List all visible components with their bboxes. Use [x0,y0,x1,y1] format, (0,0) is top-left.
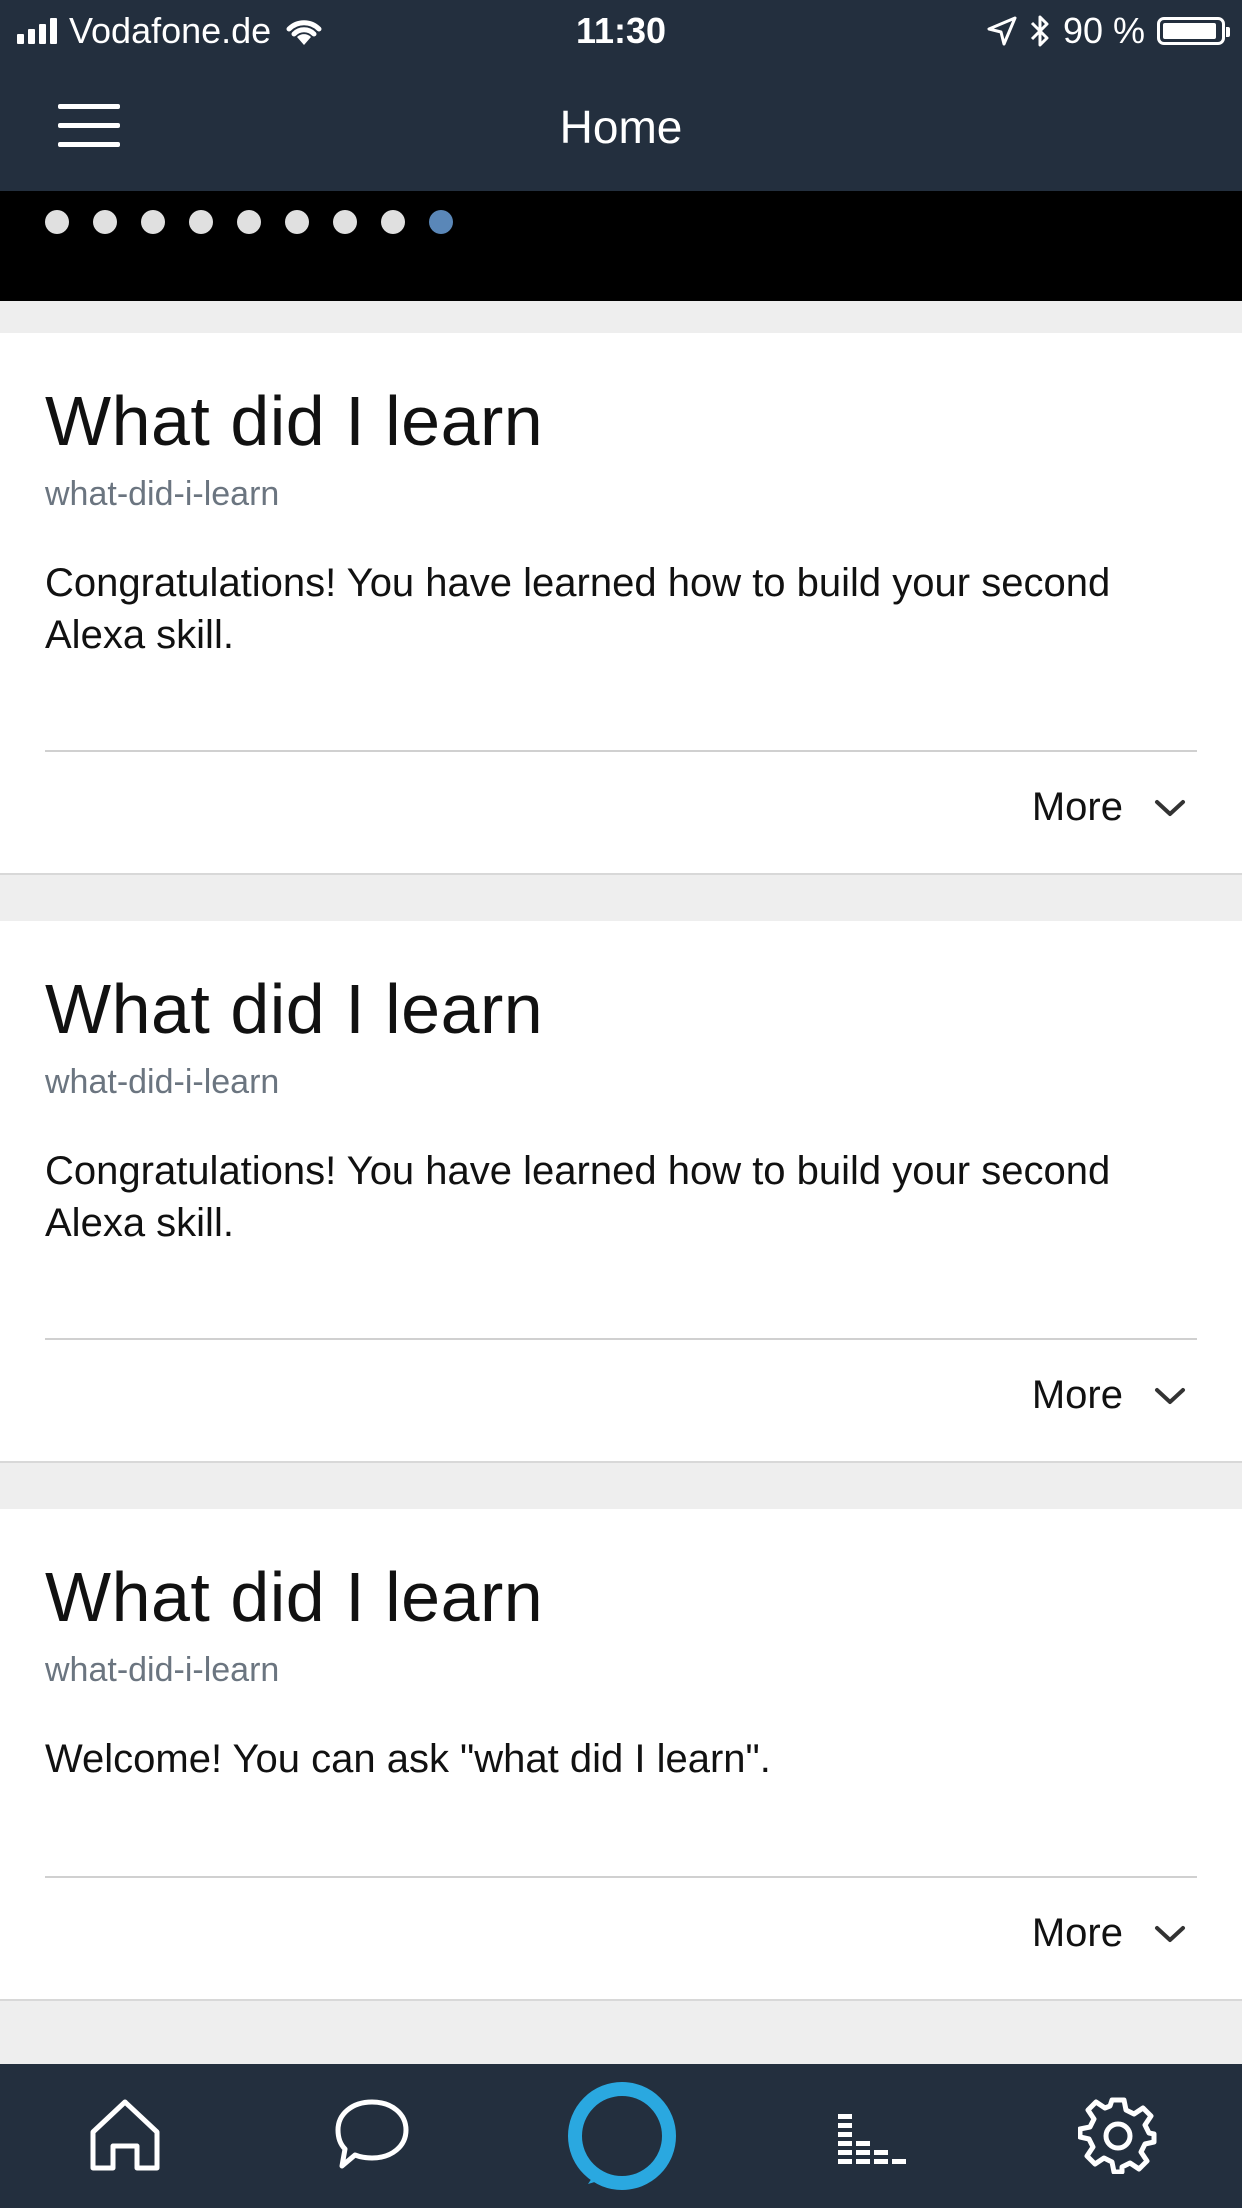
chevron-down-icon [1155,799,1185,816]
more-label: More [1031,1373,1123,1417]
status-bar: Vodafone.de 11:30 90 % [0,0,1242,62]
more-label: More [1031,1911,1123,1955]
card-subtitle: what-did-i-learn [45,1063,280,1101]
card-title: What did I learn [45,1558,544,1636]
carousel-dot[interactable] [45,210,69,234]
chevron-down-icon [1155,1925,1185,1942]
music-icon [838,2114,906,2164]
bluetooth-icon [1030,15,1049,47]
alexa-tab[interactable] [566,2080,678,2192]
settings-tab[interactable] [1077,2094,1158,2175]
chevron-down-icon [1155,1387,1185,1404]
battery-percent: 90 % [1062,10,1145,51]
card-divider [45,1338,1197,1340]
carousel-dot[interactable] [237,210,261,234]
carousel-dot[interactable] [381,210,405,234]
carousel-dot[interactable] [333,210,357,234]
skill-card: What did I learn what-did-i-learn Welcom… [0,1509,1242,2001]
more-button[interactable]: More [1032,1373,1187,1418]
alexa-icon [568,2082,676,2190]
carousel-banner[interactable] [0,191,1242,301]
card-body: Congratulations! You have learned how to… [45,561,1111,657]
location-arrow-icon [987,16,1017,46]
card-body: Congratulations! You have learned how to… [45,1149,1111,1245]
home-icon [90,2099,160,2171]
play-tab[interactable] [830,2094,910,2174]
more-label: More [1031,785,1123,829]
card-subtitle: what-did-i-learn [45,475,280,513]
carousel-dots [45,210,453,234]
battery-icon [1157,17,1230,45]
carousel-dot[interactable] [141,210,165,234]
bottom-tab-bar [0,2064,1242,2208]
skill-card: What did I learn what-did-i-learn Congra… [0,333,1242,875]
carousel-dot[interactable] [93,210,117,234]
card-body: Welcome! You can ask "what did I learn". [45,1737,771,1781]
chat-icon [335,2099,409,2169]
card-title: What did I learn [45,382,544,460]
card-subtitle: what-did-i-learn [45,1651,280,1689]
home-tab[interactable] [85,2094,165,2174]
page-title: Home [559,101,683,153]
skill-card: What did I learn what-did-i-learn Congra… [0,921,1242,1463]
carousel-dot-active[interactable] [429,210,453,234]
carousel-dot[interactable] [285,210,309,234]
communicate-tab[interactable] [332,2094,412,2174]
carousel-dot[interactable] [189,210,213,234]
card-divider [45,750,1197,752]
settings-icon [1077,2097,1157,2175]
card-title: What did I learn [45,970,544,1048]
card-divider [45,1876,1197,1878]
more-button[interactable]: More [1032,785,1187,830]
nav-bar: Home [0,62,1242,191]
more-button[interactable]: More [1032,1911,1187,1956]
app-header: Vodafone.de 11:30 90 % Home [0,0,1242,191]
